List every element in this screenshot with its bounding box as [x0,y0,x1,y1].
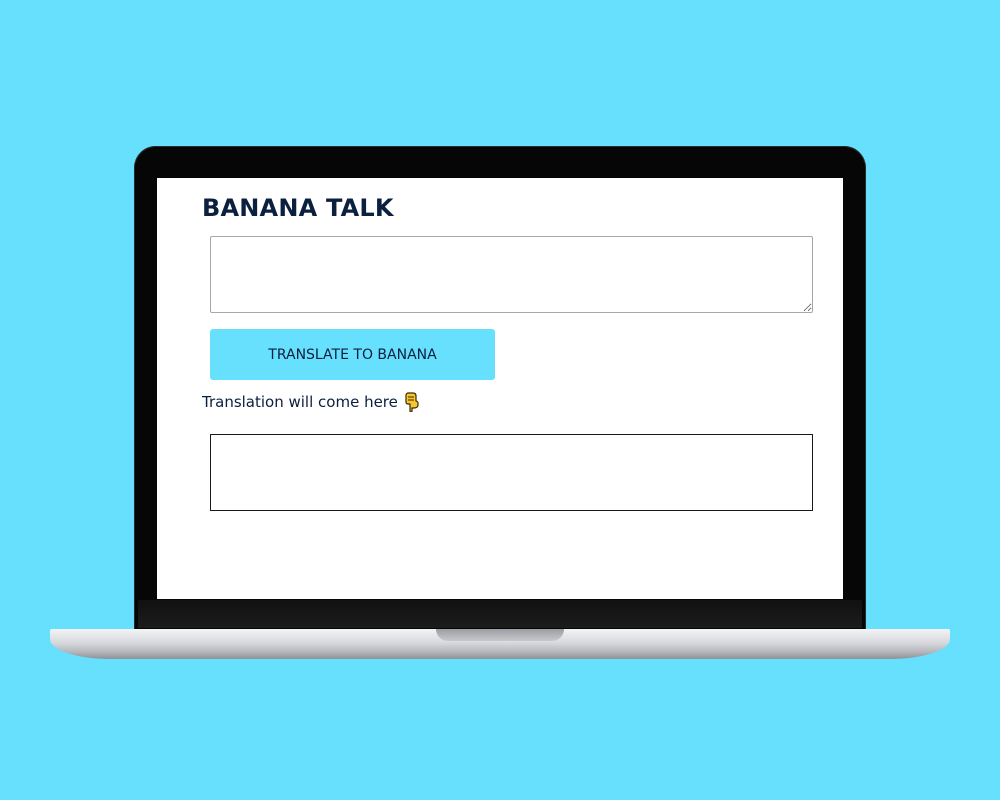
translation-hint-text: Translation will come here [202,393,398,411]
laptop-notch [436,629,564,641]
laptop-bezel-bottom [138,600,862,628]
input-textarea[interactable] [210,236,813,313]
translation-hint: Translation will come here [202,392,420,413]
app-screen: BANANA TALK TRANSLATE TO BANANA Translat… [157,178,843,599]
point-down-icon [404,392,420,413]
app-title: BANANA TALK [202,194,394,222]
translate-button[interactable]: TRANSLATE TO BANANA [210,329,495,380]
translation-output [210,434,813,511]
